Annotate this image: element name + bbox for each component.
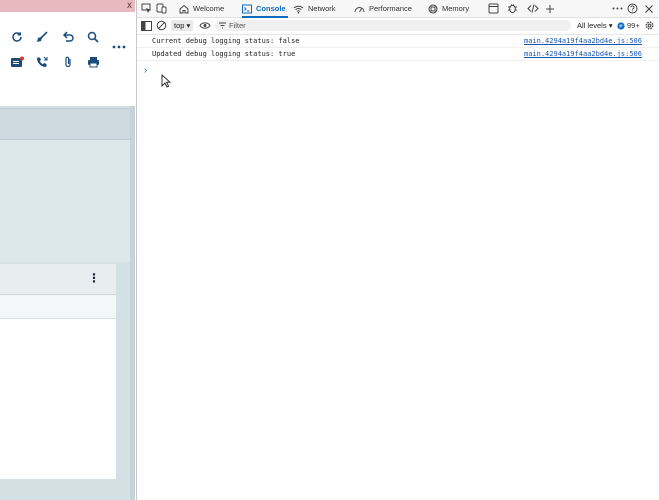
app-pane: x ⋮ <box>0 0 135 500</box>
settings-gear-icon[interactable] <box>643 19 656 32</box>
log-levels-dropdown[interactable]: All levels ▾ <box>577 20 612 31</box>
issues-icon <box>617 21 625 30</box>
app-scroll-edge <box>130 106 135 500</box>
more-options-icon[interactable] <box>611 2 624 15</box>
home-icon <box>179 4 189 13</box>
devtools-tab-bar: Welcome Console Network Performance Memo… <box>137 0 659 18</box>
add-tab-icon[interactable] <box>543 2 556 15</box>
tab-memory[interactable]: Memory <box>428 0 469 17</box>
debugger-bug-icon[interactable] <box>506 2 519 15</box>
console-output: Current debug logging status: false main… <box>137 35 659 61</box>
console-message: Updated debug logging status: true main.… <box>137 48 659 61</box>
tab-welcome[interactable]: Welcome <box>179 0 224 17</box>
clear-console-icon[interactable] <box>155 19 168 32</box>
undo-icon[interactable] <box>60 29 76 45</box>
console-message-text: Current debug logging status: false <box>152 37 300 45</box>
context-value: top <box>174 21 185 30</box>
devtools-panel: Welcome Console Network Performance Memo… <box>136 0 659 500</box>
console-message-source-link[interactable]: main.4294a19f4aa2bd4e.js:506 <box>524 35 642 47</box>
app-titlebar: x <box>0 0 135 12</box>
memory-icon <box>428 4 438 13</box>
sidebar-toggle-icon[interactable] <box>140 19 153 32</box>
log-levels-label: All levels <box>577 21 607 30</box>
sources-code-icon[interactable] <box>526 2 539 15</box>
mouse-cursor-icon <box>161 74 171 88</box>
app-toolbar <box>0 12 135 106</box>
app-content-panel <box>0 140 130 262</box>
tab-network[interactable]: Network <box>293 0 336 17</box>
app-card-body <box>0 319 116 479</box>
console-filter-bar: top ▾ All levels ▾ 99+ <box>137 18 659 35</box>
tab-performance[interactable]: Performance <box>354 0 412 17</box>
wifi-icon <box>293 5 304 14</box>
tab-memory-label: Memory <box>442 4 470 13</box>
card-more-icon[interactable]: ⋮ <box>88 272 100 284</box>
filter-icon <box>219 22 226 29</box>
app-card-subheader <box>0 295 116 319</box>
tab-console-label: Console <box>256 4 286 13</box>
more-icon[interactable] <box>111 39 127 55</box>
app-card-header: ⋮ <box>0 264 116 295</box>
help-icon[interactable] <box>626 2 639 15</box>
console-icon <box>242 4 252 13</box>
filter-field <box>215 20 571 31</box>
refresh-icon[interactable] <box>9 29 25 45</box>
prompt-chevron-icon: › <box>144 65 148 76</box>
mail-notification-icon[interactable] <box>9 54 25 70</box>
print-icon[interactable] <box>85 54 101 70</box>
console-message-source-link[interactable]: main.4294a19f4aa2bd4e.js:506 <box>524 48 642 60</box>
application-icon[interactable] <box>487 2 500 15</box>
tab-performance-label: Performance <box>369 4 412 13</box>
live-expression-eye-icon[interactable] <box>198 19 211 32</box>
context-selector[interactable]: top ▾ <box>171 20 194 31</box>
close-devtools-icon[interactable] <box>642 2 655 15</box>
console-message: Current debug logging status: false main… <box>137 35 659 48</box>
phone-icon[interactable] <box>34 54 50 70</box>
filter-input[interactable] <box>229 20 559 31</box>
app-section-header <box>0 108 130 140</box>
tab-console[interactable]: Console <box>242 0 288 18</box>
chevron-down-icon: ▾ <box>608 21 613 30</box>
device-emulation-icon[interactable] <box>155 2 168 15</box>
brush-icon[interactable] <box>34 29 50 45</box>
issues-count: 99+ <box>627 21 640 30</box>
performance-icon <box>354 6 365 12</box>
tab-welcome-label: Welcome <box>193 4 225 13</box>
console-message-text: Updated debug logging status: true <box>152 50 296 58</box>
inspect-element-icon[interactable] <box>140 2 153 15</box>
attachment-icon[interactable] <box>60 54 76 70</box>
console-prompt[interactable]: › <box>144 62 154 76</box>
issues-counter[interactable]: 99+ <box>617 20 640 31</box>
search-icon[interactable] <box>85 29 101 45</box>
app-close-button[interactable]: x <box>127 0 132 12</box>
tab-network-label: Network <box>308 4 336 13</box>
chevron-down-icon: ▾ <box>186 21 191 30</box>
